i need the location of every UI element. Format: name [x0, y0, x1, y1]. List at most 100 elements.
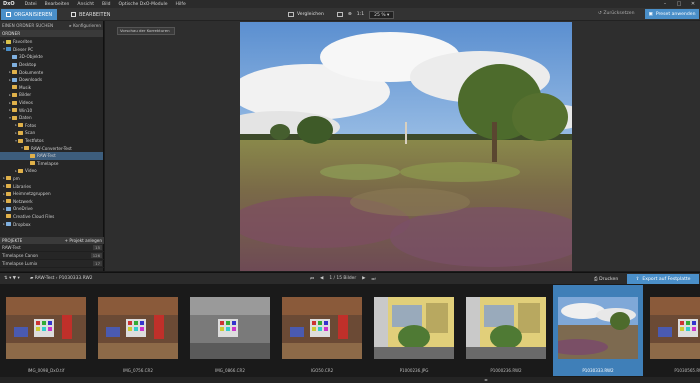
filmstrip-thumbnail[interactable]: P1000236.RW2	[461, 285, 551, 376]
folder-tree-label: Video	[25, 168, 37, 174]
filmstrip-thumbnail[interactable]: P1000236.JPG	[369, 285, 459, 376]
ratio-button[interactable]: 1:1	[357, 12, 364, 17]
export-to-disk-button[interactable]: ⇪ Export auf Festplatte	[627, 274, 699, 284]
folder-tree-item[interactable]: ▸ Heimnetzgruppen	[0, 190, 103, 198]
menubar: DxO Datei Bearbeiten Ansicht Bild Optisc…	[0, 0, 700, 8]
folder-tree-label: Videos	[19, 100, 33, 106]
compare-label: Vergleichen	[297, 12, 324, 17]
folder-tree-item[interactable]: ▸ Libraries	[0, 182, 103, 190]
export-label: Export auf Festplatte	[642, 276, 691, 282]
export-icon: ⇪	[635, 276, 640, 282]
filmstrip-toolbar: ⇅ ▾ ▼ ▾ ▰ RAW-Test › P1030333.RW2 ⏮ ◀ 1 …	[0, 272, 700, 284]
thumbnail-image	[282, 297, 362, 359]
folder-tree-item[interactable]: ▸ Downloads	[0, 76, 103, 84]
reset-button[interactable]: ↺ Zurücksetzen	[598, 11, 635, 16]
left-panel: EINEN ORDNER SUCHEN ▸ Konfigurieren ORDN…	[0, 21, 104, 271]
folder-tree-item[interactable]: ▾ Dieser PC	[0, 46, 103, 54]
menu-view[interactable]: Ansicht	[73, 2, 98, 7]
main-photo[interactable]	[240, 22, 572, 271]
folder-search-row: EINEN ORDNER SUCHEN ▸ Konfigurieren	[0, 21, 103, 30]
folder-tree-label: Testfotos	[25, 138, 44, 144]
folder-icon	[6, 214, 11, 219]
folder-tree-item[interactable]: Desktop	[0, 61, 103, 69]
next-image-button[interactable]: ▶	[362, 276, 365, 282]
thumbnail-caption: P1000236.RW2	[490, 368, 522, 373]
configure-button[interactable]: ▸ Konfigurieren	[70, 23, 101, 28]
folder-tree-item[interactable]: ▸ pm	[0, 175, 103, 183]
folder-tree-label: Desktop	[19, 62, 37, 68]
preset-icon: ▣	[648, 11, 653, 17]
folder-icon	[18, 130, 23, 135]
folder-tree-item[interactable]: ▸ Videos	[0, 99, 103, 107]
folder-icon	[12, 85, 17, 90]
project-item[interactable]: Timelapse Canon 126	[0, 252, 104, 260]
tab-organize[interactable]: ORGANISIEREN	[1, 9, 58, 20]
folder-tree-label: Musik	[19, 84, 32, 90]
filmstrip-thumbnail[interactable]: P1030333.RW2	[553, 285, 643, 376]
folder-icon	[6, 184, 11, 189]
menu-edit[interactable]: Bearbeiten	[41, 2, 74, 7]
print-label: Drucken	[599, 277, 619, 282]
menu-help[interactable]: Hilfe	[172, 2, 190, 7]
folder-tree-item[interactable]: RAW-Test	[0, 151, 103, 160]
filmstrip-thumbnail[interactable]: IMG_0756.CR2	[93, 285, 183, 376]
zoom-select[interactable]: 25 % ▾	[369, 10, 395, 19]
folder-tree-label: RAW-Converter-Test	[31, 145, 72, 151]
filmstrip-thumbnail[interactable]: P1030565.RW2	[645, 285, 700, 376]
folder-tree-item[interactable]: ▾ Testfotos	[0, 137, 103, 145]
thumbnail-caption: P1000236.JPG	[399, 368, 429, 373]
folder-tree-label: Win10	[19, 107, 33, 113]
folder-tree-item[interactable]: ▾ Daten	[0, 114, 103, 122]
zoom-value: 25 %	[374, 12, 386, 18]
folder-tree-item[interactable]: ▾ RAW-Converter-Test	[0, 144, 103, 152]
folder-icon	[6, 206, 11, 211]
folder-tree-item[interactable]: ▸ Win10	[0, 106, 103, 114]
folder-tree-item[interactable]: ▸ Netzwerk	[0, 197, 103, 205]
folder-tree-item[interactable]: ▸ Scan	[0, 129, 103, 137]
first-image-button[interactable]: ⏮	[310, 276, 314, 282]
folder-tree-item[interactable]: ▸ Favoriten	[0, 38, 103, 46]
filmstrip-thumbnail[interactable]: IGO50.CR2	[277, 285, 367, 376]
folder-tree-item[interactable]: ▸ Fotos	[0, 122, 103, 130]
folder-tree-item[interactable]: ▸ Dropbox	[0, 220, 103, 228]
loupe-icon[interactable]: ⊕	[348, 12, 352, 17]
filmstrip-thumbnail[interactable]: IMG_0098_DxO.tif	[1, 285, 91, 376]
prev-image-button[interactable]: ◀	[320, 276, 323, 282]
tab-edit[interactable]: BEARBEITEN	[66, 9, 116, 20]
close-button[interactable]: ✕	[686, 0, 700, 8]
fit-screen-icon[interactable]	[336, 12, 343, 17]
menu-image[interactable]: Bild	[98, 2, 114, 7]
folder-tree-item[interactable]: Musik	[0, 84, 103, 92]
folder-tree-label: Downloads	[19, 77, 42, 83]
compare-button[interactable]: Vergleichen	[288, 12, 324, 17]
sort-filter-icons[interactable]: ⇅ ▾ ▼ ▾	[4, 276, 20, 281]
breadcrumb: ▰ RAW-Test › P1030333.RW2	[30, 276, 93, 281]
apply-preset-button[interactable]: ▣ Preset anwenden	[645, 9, 699, 19]
last-image-button[interactable]: ⏭	[372, 276, 376, 282]
scroll-grip-icon[interactable]: ◂▸	[484, 378, 490, 382]
filmstrip-thumbnail[interactable]: IMG_0866.CR2	[185, 285, 275, 376]
project-name: Timelapse Lumix	[2, 261, 38, 266]
apply-preset-label: Preset anwenden	[655, 11, 696, 17]
menu-optical-modules[interactable]: Optische DxO-Module	[114, 2, 171, 7]
folder-tree-item[interactable]: ▸ OneDrive	[0, 205, 103, 213]
folder-tree-item[interactable]: Timelapse	[0, 160, 103, 168]
folder-tree-label: Daten	[19, 115, 32, 121]
folder-tree-item[interactable]: ▸ Video	[0, 167, 103, 175]
project-item[interactable]: Timelapse Lumix 17	[0, 260, 104, 268]
folder-tree-item[interactable]: 3D-Objekte	[0, 53, 103, 61]
new-project-button[interactable]: + Projekt anlegen	[65, 238, 102, 243]
projects-title: PROJEKTE	[2, 238, 23, 243]
folder-tree-item[interactable]: Creative Cloud Files	[0, 213, 103, 221]
project-item[interactable]: RAW-Test 15	[0, 244, 104, 252]
folder-icon	[18, 168, 23, 173]
print-button[interactable]: ⎙ Drucken	[594, 276, 618, 282]
breadcrumb-folder[interactable]: RAW-Test	[35, 276, 55, 281]
menu-file[interactable]: Datei	[21, 2, 41, 7]
folder-tree-item[interactable]: ▸ Dokumente	[0, 68, 103, 76]
filmstrip-scrollbar[interactable]: ◂▸	[0, 377, 700, 383]
minimize-button[interactable]: –	[658, 0, 672, 8]
folder-search-input[interactable]: EINEN ORDNER SUCHEN	[2, 23, 53, 28]
folder-tree-item[interactable]: ▸ Bilder	[0, 91, 103, 99]
maximize-button[interactable]: □	[672, 0, 686, 8]
